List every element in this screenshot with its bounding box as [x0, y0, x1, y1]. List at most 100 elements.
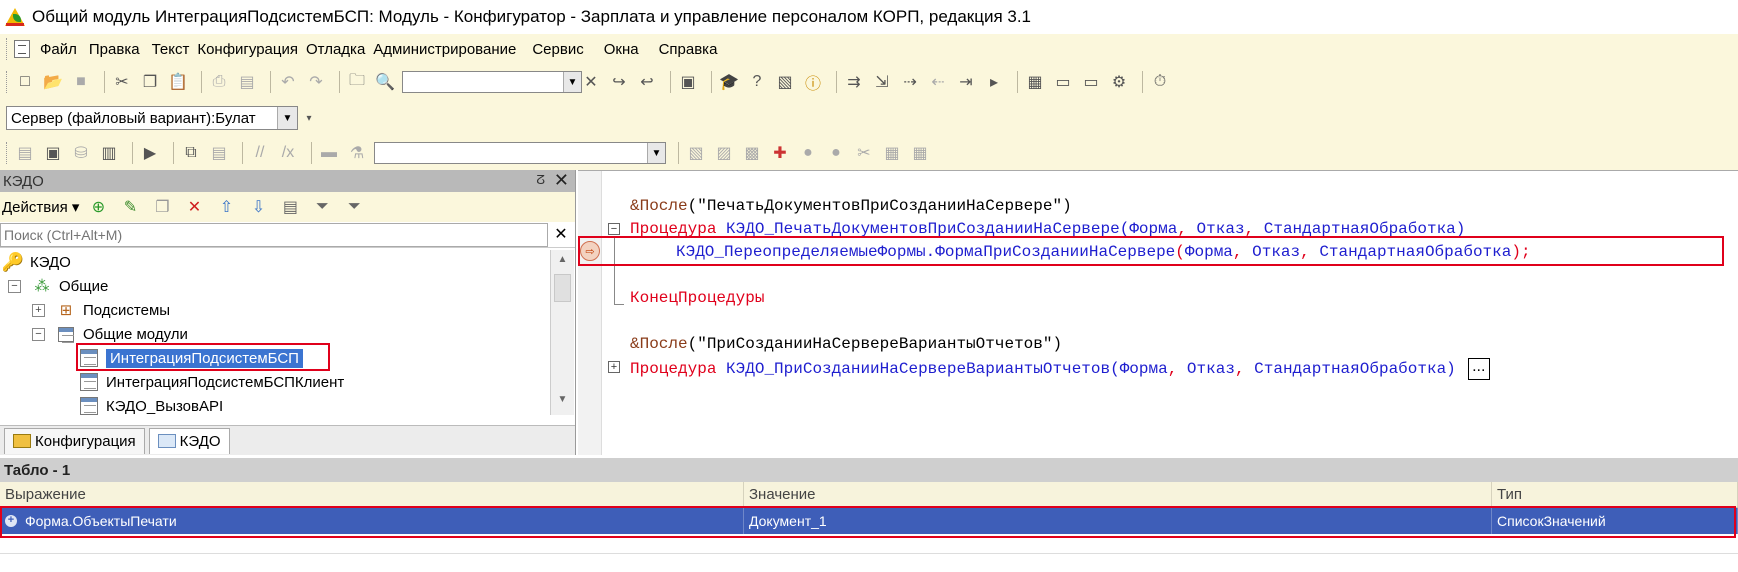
move-up-icon[interactable]: ⇧	[215, 196, 237, 218]
find-prev-icon[interactable]: ↩	[636, 71, 658, 93]
call-stack-icon[interactable]: ⚙	[1108, 71, 1130, 93]
chevron-down-icon[interactable]: ▼	[647, 143, 665, 163]
open-file-icon[interactable]: 📂	[42, 71, 64, 93]
column-expression[interactable]: Выражение	[0, 482, 744, 507]
tree-item-module-api[interactable]: КЭДО_ВызовAPI	[80, 394, 223, 415]
tree-item-common[interactable]: − ⁂ Общие	[8, 274, 108, 298]
notes-icon[interactable]: ▧	[774, 71, 796, 93]
add-icon[interactable]: ⊕	[87, 196, 109, 218]
menu-edit[interactable]: Правка	[89, 41, 140, 58]
save-icon[interactable]: ■	[70, 71, 92, 93]
tree-item-module-integration-client[interactable]: ИнтеграцияПодсистемБСПКлиент	[80, 370, 344, 394]
assistant-icon[interactable]: 🎓	[718, 71, 740, 93]
step-into-icon[interactable]: ⇲	[871, 71, 893, 93]
properties-icon[interactable]: ▤	[279, 196, 301, 218]
new-file-icon[interactable]: □	[14, 71, 36, 93]
record-icon[interactable]: ●	[797, 142, 819, 164]
pin-icon[interactable]: ⵒ	[536, 173, 545, 187]
debug-start-icon[interactable]: ⇉	[843, 71, 865, 93]
query-builder-icon[interactable]: ⚗	[346, 142, 368, 164]
scroll-up-icon[interactable]: ▲	[554, 254, 571, 271]
chevron-down-icon[interactable]: ▼	[563, 72, 581, 92]
next-line-icon[interactable]: ▸	[983, 71, 1005, 93]
form-icon[interactable]: ▣	[42, 142, 64, 164]
collapsed-block-button[interactable]: ...	[1467, 358, 1490, 380]
database-icon[interactable]: ⛁	[70, 142, 92, 164]
search-combo[interactable]: ▼	[402, 71, 582, 93]
system-menu-icon[interactable]	[14, 40, 30, 58]
performance-icon[interactable]: ⏱	[1149, 71, 1171, 93]
toolbar-options-icon[interactable]: ▾	[298, 107, 320, 129]
move-down-icon[interactable]: ⇩	[247, 196, 269, 218]
tablo-icon[interactable]: ▭	[1052, 71, 1074, 93]
windows-icon[interactable]: ▣	[677, 71, 699, 93]
method-combo[interactable]: ▼	[374, 142, 666, 164]
collapse-icon[interactable]: −	[8, 279, 21, 293]
procedure-list-icon[interactable]: ▶	[139, 142, 161, 164]
tools-icon[interactable]: ✂	[853, 142, 875, 164]
collapse-icon[interactable]: −	[32, 327, 45, 341]
menu-administration[interactable]: Администрирование	[373, 41, 516, 58]
window-list-icon[interactable]: ▥	[98, 142, 120, 164]
delete-icon[interactable]: ✕	[183, 196, 205, 218]
breakpoint-list-icon[interactable]: ▦	[1024, 71, 1046, 93]
search-input[interactable]	[0, 222, 548, 247]
menu-help[interactable]: Справка	[659, 41, 718, 58]
undo-icon[interactable]: ↶	[277, 71, 299, 93]
info-icon[interactable]: ⓘ	[802, 71, 824, 93]
scroll-down-icon[interactable]: ▼	[554, 394, 571, 411]
tree-scrollbar[interactable]: ▲ ▼	[550, 250, 574, 415]
clear-search-icon[interactable]: ✕	[580, 71, 602, 93]
column-value[interactable]: Значение	[744, 482, 1492, 507]
menu-service[interactable]: Сервис	[532, 41, 583, 58]
menu-text[interactable]: Текст	[152, 41, 190, 58]
menu-configuration[interactable]: Конфигурация	[197, 41, 298, 58]
step-over-icon[interactable]: ⇢	[899, 71, 921, 93]
expand-icon[interactable]: +	[32, 303, 45, 317]
more-icon[interactable]: ▦	[909, 142, 931, 164]
tab-kedo[interactable]: КЭДО	[148, 427, 230, 454]
fold-expand-icon[interactable]: +	[608, 361, 620, 373]
goto-definition-icon[interactable]: ⧉	[180, 142, 202, 164]
menu-debug[interactable]: Отладка	[306, 41, 365, 58]
uncomment-icon[interactable]: /x	[277, 142, 299, 164]
play-icon[interactable]: ●	[825, 142, 847, 164]
tree-item-kedo[interactable]: 🔑 КЭДО	[2, 250, 71, 274]
delete-fragment-icon[interactable]: ✚	[769, 142, 791, 164]
clear-filter-icon[interactable]: ⏷	[343, 196, 365, 218]
clear-icon[interactable]: ✕	[551, 224, 571, 244]
run-to-cursor-icon[interactable]: ⇥	[955, 71, 977, 93]
format-icon[interactable]: ▤	[208, 142, 230, 164]
outline-icon[interactable]: ▧	[685, 142, 707, 164]
copy-icon[interactable]: ❐	[151, 196, 173, 218]
copy-icon[interactable]: ❐	[139, 71, 161, 93]
collapse-icon[interactable]: ▩	[741, 142, 763, 164]
menu-windows[interactable]: Окна	[604, 41, 639, 58]
local-vars-icon[interactable]: ▭	[1080, 71, 1102, 93]
module-icon[interactable]: ▤	[14, 142, 36, 164]
menu-grip[interactable]	[6, 38, 10, 60]
redo-icon[interactable]: ↷	[305, 71, 327, 93]
print-icon[interactable]: ⎙	[208, 71, 230, 93]
template-icon[interactable]: ▦	[881, 142, 903, 164]
filter-icon[interactable]: ⏷	[311, 196, 333, 218]
find-next-icon[interactable]: ↪	[608, 71, 630, 93]
server-combo[interactable]: Сервер (файловый вариант):Булат ▼	[6, 106, 298, 130]
fold-collapse-icon[interactable]: −	[608, 223, 620, 235]
tree-item-subsystems[interactable]: + ⊞ Подсистемы	[32, 298, 170, 322]
menu-file[interactable]: Файл	[40, 41, 77, 58]
syntax-helper-icon[interactable]: ?	[746, 71, 768, 93]
close-icon[interactable]: ✕	[554, 170, 569, 191]
bookmark-icon[interactable]: ▬	[318, 142, 340, 164]
edit-icon[interactable]: ✎	[119, 196, 141, 218]
column-type[interactable]: Тип	[1492, 482, 1738, 507]
comment-icon[interactable]: //	[249, 142, 271, 164]
tab-configuration[interactable]: Конфигурация	[4, 427, 145, 454]
paste-icon[interactable]: 📋	[167, 71, 189, 93]
cut-icon[interactable]: ✂	[111, 71, 133, 93]
scroll-thumb[interactable]	[554, 274, 571, 302]
chevron-down-icon[interactable]: ▼	[277, 107, 297, 129]
preview-icon[interactable]: ▤	[236, 71, 258, 93]
find-in-files-icon[interactable]: 🗀	[346, 71, 368, 93]
step-out-icon[interactable]: ⇠	[927, 71, 949, 93]
